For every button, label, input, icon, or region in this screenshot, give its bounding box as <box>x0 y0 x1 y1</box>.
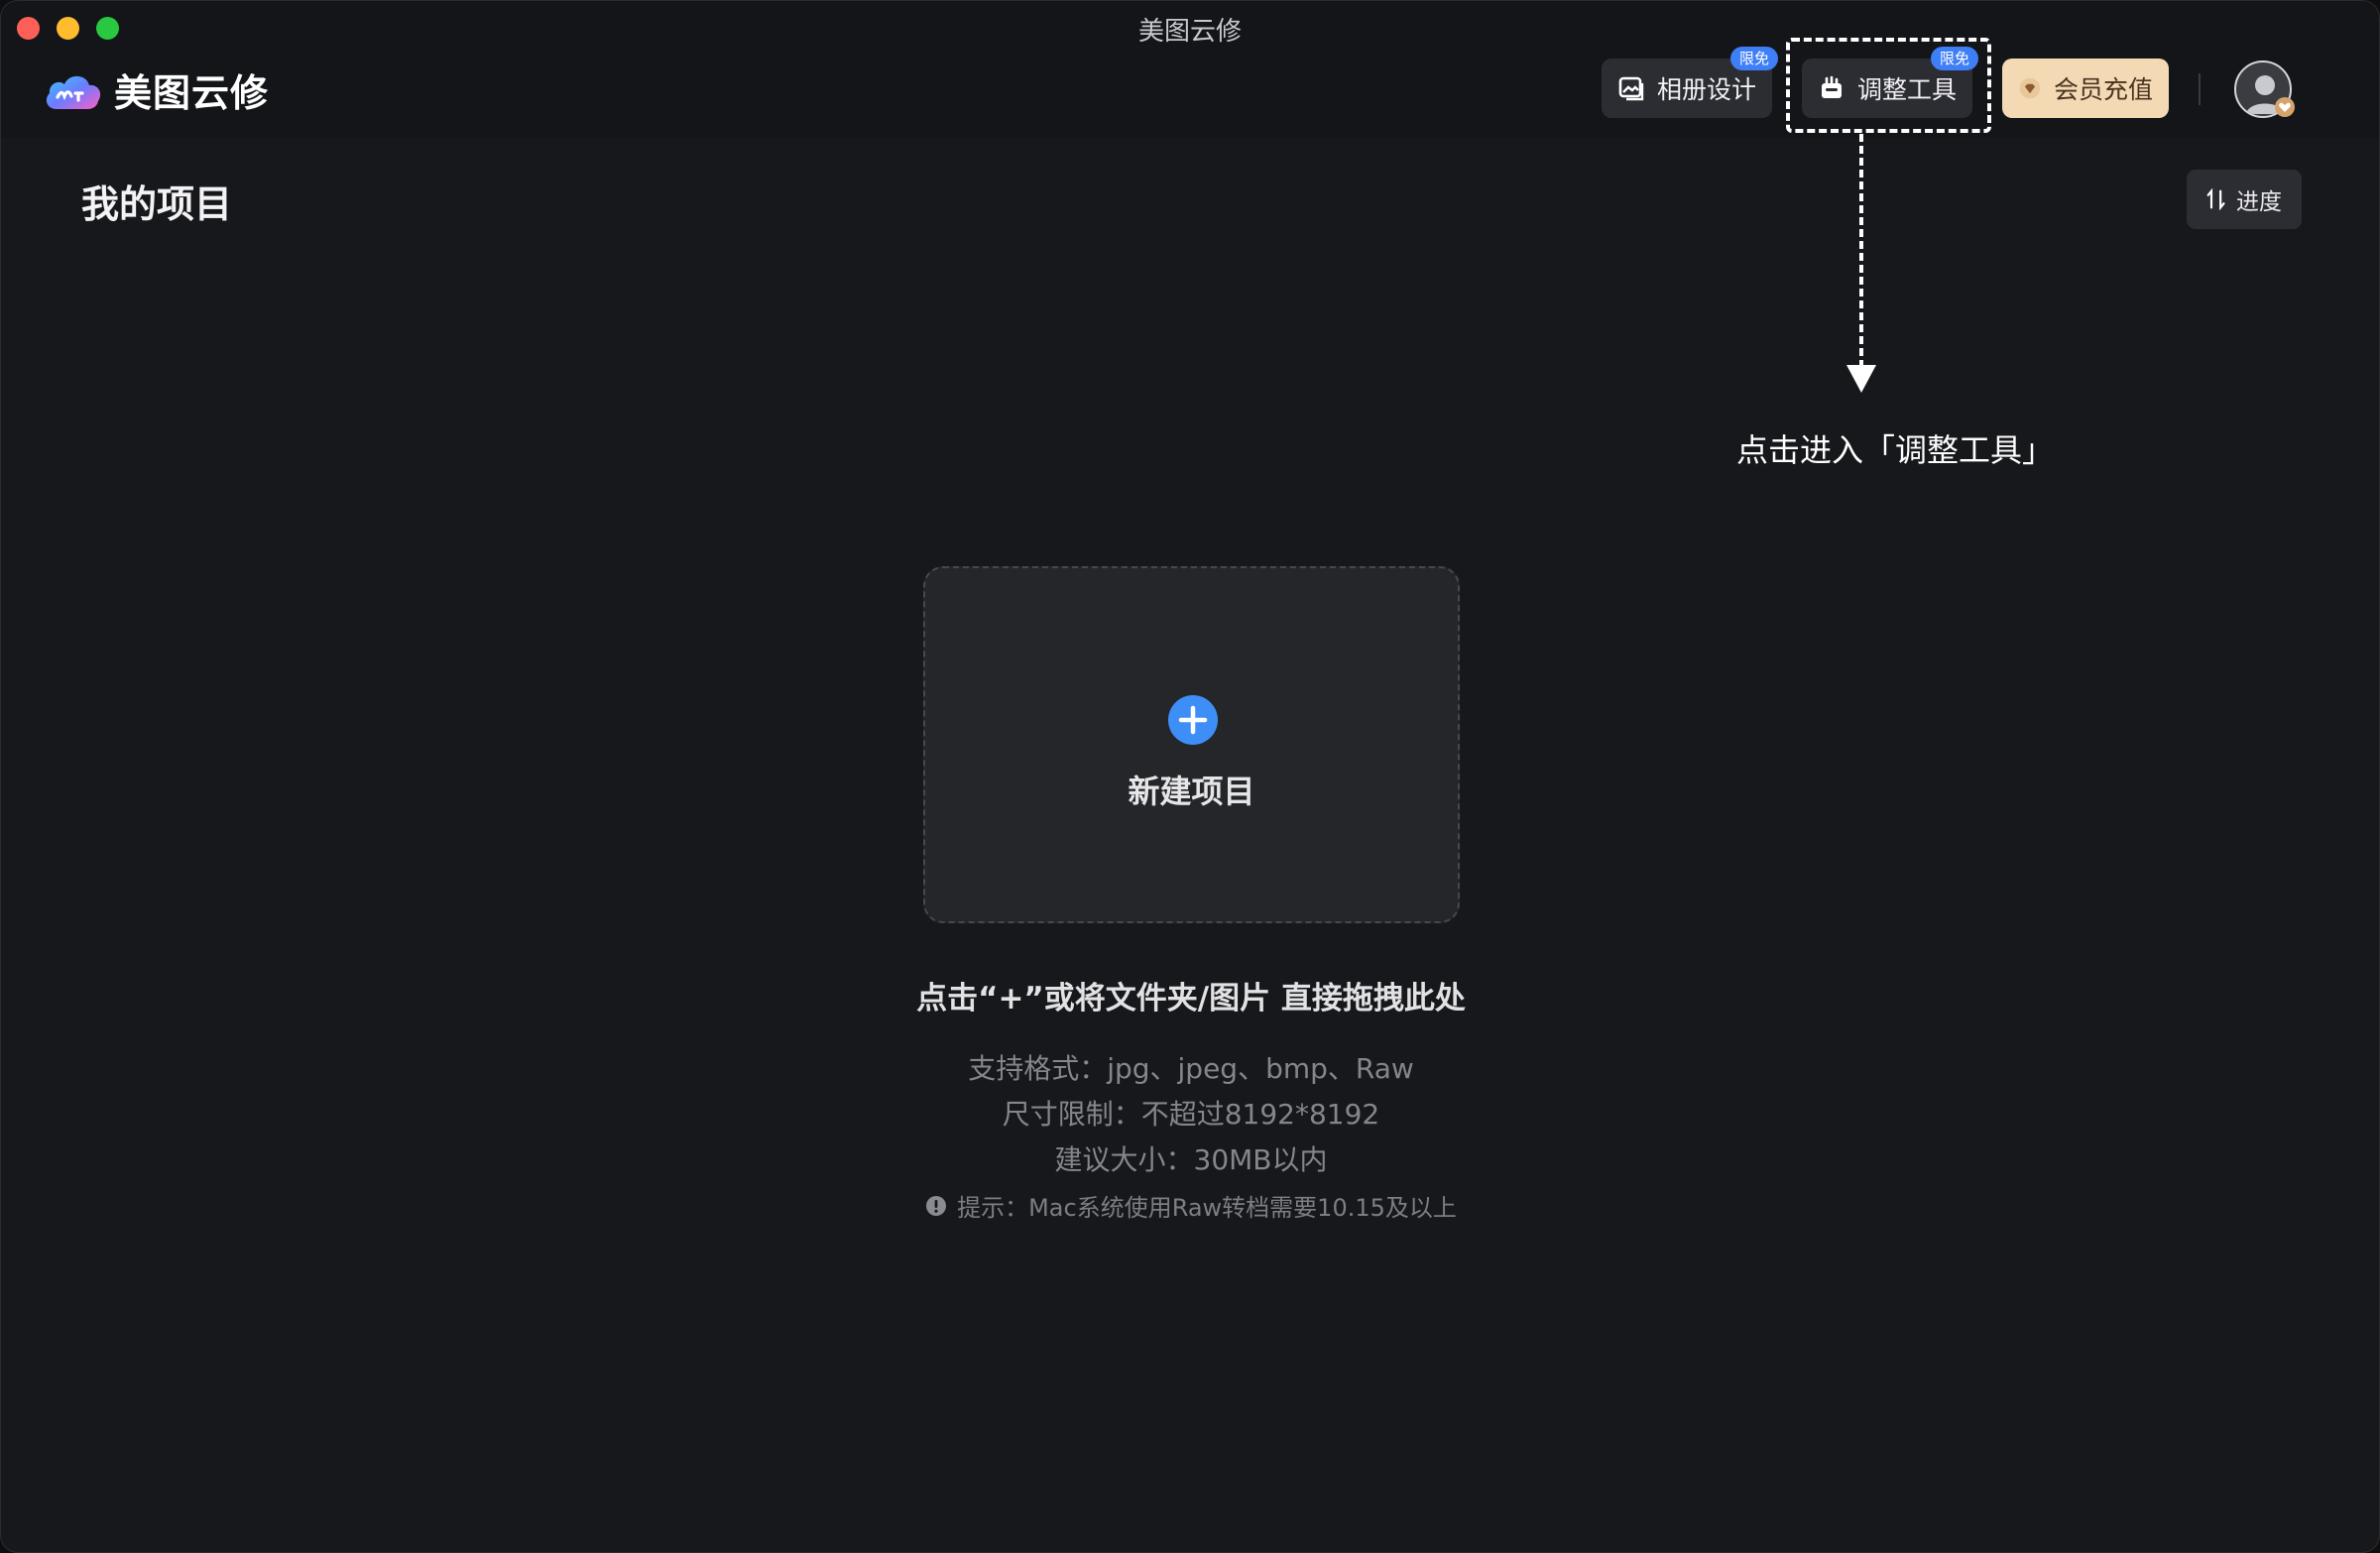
logo-text: 美图云修 <box>114 71 270 115</box>
callout-text: 点击进入「调整工具」 <box>1735 431 2054 469</box>
vip-heart-icon <box>2275 97 2295 117</box>
sort-by-progress-button[interactable]: 进度 <box>2187 170 2302 229</box>
album-design-label: 相册设计 <box>1656 75 1756 104</box>
new-project-label: 新建项目 <box>1128 773 1255 810</box>
exclamation-icon <box>926 1195 947 1216</box>
raw-tip-text: 提示：Mac系统使用Raw转档需要10.15及以上 <box>957 1194 1457 1222</box>
drag-drop-hint: 点击“+”或将文件夹/图片 直接拖拽此处 <box>916 981 1466 1016</box>
header-divider <box>2199 73 2201 105</box>
diamond-icon <box>2019 77 2041 99</box>
raw-tip: 提示：Mac系统使用Raw转档需要10.15及以上 <box>1 1188 2379 1223</box>
app-window: 美图云修 美图云修 相册设计 限免 调整工具 限免 会员充值 我的项目 进度 点… <box>0 0 2380 1553</box>
page-title: 我的项目 <box>81 182 233 226</box>
callout-arrow-head <box>1846 365 1876 393</box>
vip-recharge-label: 会员充值 <box>2053 75 2153 104</box>
adjust-tool-highlight <box>1786 38 1991 133</box>
album-design-button[interactable]: 相册设计 限免 <box>1602 47 1778 118</box>
sort-icon <box>2206 187 2225 211</box>
window-title: 美图云修 <box>1137 17 1242 47</box>
plus-icon <box>1168 695 1218 745</box>
callout-arrow-line <box>1859 134 1863 368</box>
free-badge: 限免 <box>1729 47 1778 70</box>
logo-cloud-icon <box>46 75 101 109</box>
vip-recharge-button[interactable]: 会员充值 <box>2002 59 2169 118</box>
new-project-dropzone[interactable]: 新建项目 <box>923 566 1460 923</box>
sort-label: 进度 <box>2236 189 2282 215</box>
size-limit-text: 尺寸限制：不超过8192*8192 <box>1002 1098 1380 1131</box>
recommended-size-text: 建议大小：30MB以内 <box>1054 1143 1328 1176</box>
album-icon <box>1618 76 1644 101</box>
app-logo: 美图云修 <box>43 62 269 117</box>
supported-formats-text: 支持格式：jpg、jpeg、bmp、Raw <box>968 1052 1414 1085</box>
